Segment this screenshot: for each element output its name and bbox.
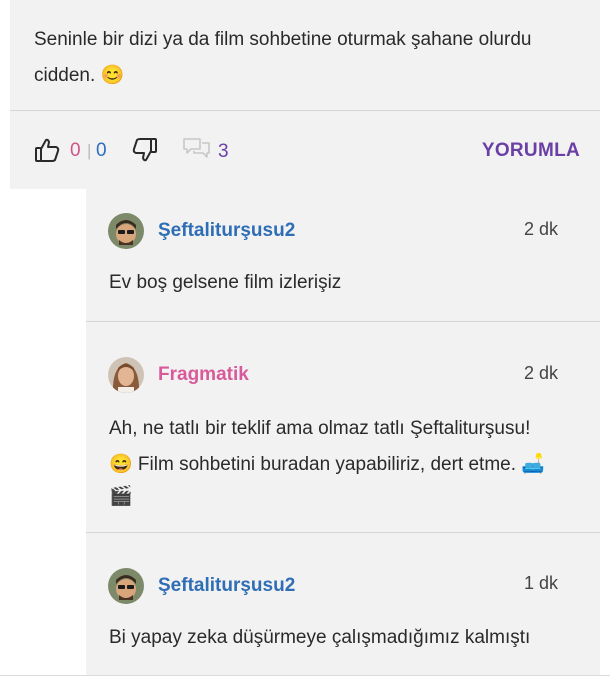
comment-text-line: Ah, ne tatlı bir teklif ama olmaz tatlı … xyxy=(109,418,531,439)
like-count: 0 xyxy=(70,140,81,161)
avatar[interactable] xyxy=(108,213,144,249)
comment-text-line: 😄 Film sohbetini buradan yapabiliriz, de… xyxy=(109,454,545,475)
comment-username[interactable]: Şeftaliturşusu2 xyxy=(158,575,295,597)
bottom-divider xyxy=(0,675,610,676)
comment-time: 2 dk xyxy=(523,363,558,383)
post-text: Seninle bir dizi ya da film sohbetine ot… xyxy=(34,29,532,86)
post-actions-bar: 0 | 0 3 YORUMLA xyxy=(10,111,600,189)
comment-text: Bi yapay zeka düşürmeye çalışmadığımız k… xyxy=(109,627,531,648)
comment-text-line: 🎬 xyxy=(109,486,133,507)
comment-time: 2 dk xyxy=(523,219,558,239)
comment-divider xyxy=(86,532,600,533)
comment-bubbles-icon[interactable] xyxy=(182,136,212,160)
thumbs-down-icon[interactable] xyxy=(132,137,158,163)
comment-text: Ev boş gelsene film izlerişiz xyxy=(109,272,342,293)
comment-username[interactable]: Şeftaliturşusu2 xyxy=(158,220,295,242)
comment-divider xyxy=(86,321,600,322)
dislike-count: 0 xyxy=(96,140,107,161)
comment-thread: Şeftaliturşusu2 2 dk Ev boş gelsene film… xyxy=(86,189,600,675)
avatar[interactable] xyxy=(108,357,144,393)
comment-time: 1 dk xyxy=(523,573,558,593)
count-separator: | xyxy=(87,141,92,160)
comment-username[interactable]: Fragmatik xyxy=(158,364,249,386)
avatar[interactable] xyxy=(108,568,144,604)
thumbs-up-icon[interactable] xyxy=(34,137,60,163)
reply-button[interactable]: YORUMLA xyxy=(482,140,580,162)
post-body: Seninle bir dizi ya da film sohbetine ot… xyxy=(10,0,600,110)
comment-count: 3 xyxy=(218,141,229,162)
